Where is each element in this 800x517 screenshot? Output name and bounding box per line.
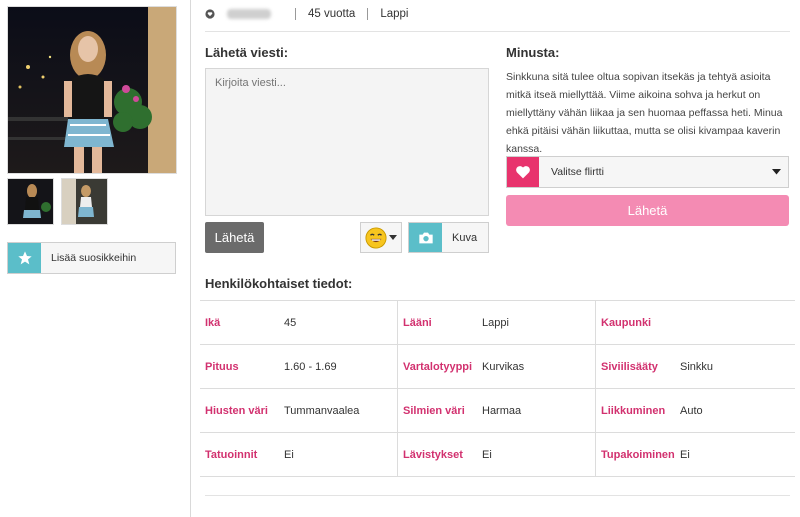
add-photo-button[interactable]: Kuva	[408, 222, 489, 253]
profile-age: 45 vuotta	[308, 8, 356, 20]
info-cell: Vartalotyyppi Kurvikas	[398, 345, 596, 388]
add-favorite-label: Lisää suosikkeihin	[51, 252, 137, 264]
profile-summary: 45 vuotta Lappi	[205, 5, 408, 23]
info-cell: Ikä 45	[200, 301, 398, 344]
info-label: Hiusten väri	[205, 404, 268, 417]
info-value: Harmaa	[482, 404, 522, 417]
info-value: Lappi	[482, 316, 509, 329]
star-icon	[8, 243, 41, 273]
personal-info-table: Ikä 45 Lääni Lappi Kaupunki Pituus 1.60 - 1…	[200, 300, 795, 477]
add-photo-label: Kuva	[452, 231, 478, 244]
info-cell: Kaupunki	[596, 301, 794, 344]
flirt-select[interactable]: Valitse flirtti	[506, 156, 789, 188]
about-heading: Minusta:	[506, 45, 560, 60]
profile-photo[interactable]	[7, 6, 177, 174]
photo-thumbnail[interactable]	[61, 178, 108, 225]
info-label: Lävistykset	[403, 448, 463, 461]
info-cell: Tatuoinnit Ei	[200, 433, 398, 476]
info-value: Kurvikas	[482, 360, 525, 373]
info-label: Tatuoinnit	[205, 448, 258, 461]
info-cell: Siviilisääty Sinkku	[596, 345, 794, 388]
message-heading: Lähetä viesti:	[205, 45, 289, 60]
divider	[205, 495, 790, 496]
add-favorite-button[interactable]: Lisää suosikkeihin	[7, 242, 176, 274]
heart-icon	[205, 9, 215, 19]
caret-down-icon	[772, 169, 781, 175]
info-cell: Lävistykset Ei	[398, 433, 596, 476]
info-value: Sinkku	[680, 360, 714, 373]
about-text: Sinkkuna sitä tulee oltua sopivan itsekä…	[506, 71, 783, 155]
info-value: Ei	[284, 448, 294, 461]
info-value: Tummanvaalea	[284, 404, 360, 417]
info-label: Pituus	[205, 360, 239, 373]
info-label: Tupakoiminen	[601, 448, 675, 461]
divider	[295, 8, 296, 20]
heart-icon	[507, 157, 539, 187]
message-input[interactable]	[215, 77, 479, 207]
column-divider	[190, 0, 191, 517]
table-row: Ikä 45 Lääni Lappi Kaupunki	[200, 301, 795, 345]
info-label: Ikä	[205, 316, 221, 329]
send-message-button[interactable]: Lähetä	[205, 222, 264, 253]
message-box	[205, 68, 489, 216]
emoji-picker-button[interactable]	[360, 222, 402, 253]
smiley-icon	[365, 226, 387, 249]
info-cell: Liikkuminen Auto	[596, 389, 794, 432]
info-label: Siviilisääty	[601, 360, 658, 373]
info-label: Kaupunki	[601, 316, 652, 329]
profile-region: Lappi	[380, 8, 409, 20]
send-flirt-button[interactable]: Lähetä	[506, 195, 789, 226]
info-label: Liikkuminen	[601, 404, 666, 417]
info-label: Vartalotyyppi	[403, 360, 473, 373]
divider	[205, 31, 790, 32]
info-value: 1.60 - 1.69	[284, 360, 337, 373]
info-cell: Hiusten väri Tummanvaalea	[200, 389, 398, 432]
username-blurred	[227, 9, 271, 19]
camera-icon	[409, 223, 442, 252]
table-row: Hiusten väri Tummanvaalea Silmien väri Har…	[200, 389, 795, 433]
info-label: Silmien väri	[403, 404, 465, 417]
info-value: 45	[284, 316, 297, 329]
table-row: Pituus 1.60 - 1.69 Vartalotyyppi Kurvikas …	[200, 345, 795, 389]
info-cell: Tupakoiminen Ei	[596, 433, 794, 476]
photo-thumbnail[interactable]	[7, 178, 54, 225]
personal-info-heading: Henkilökohtaiset tiedot:	[205, 276, 353, 291]
caret-down-icon	[389, 234, 397, 240]
info-value: Ei	[680, 448, 690, 461]
info-value: Ei	[482, 448, 492, 461]
info-cell: Silmien väri Harmaa	[398, 389, 596, 432]
table-row: Tatuoinnit Ei Lävistykset Ei Tupakoiminen E…	[200, 433, 795, 477]
info-value: Auto	[680, 404, 703, 417]
flirt-select-label: Valitse flirtti	[551, 166, 604, 178]
info-cell: Lääni Lappi	[398, 301, 596, 344]
info-cell: Pituus 1.60 - 1.69	[200, 345, 398, 388]
info-label: Lääni	[403, 316, 432, 329]
divider	[367, 8, 369, 20]
